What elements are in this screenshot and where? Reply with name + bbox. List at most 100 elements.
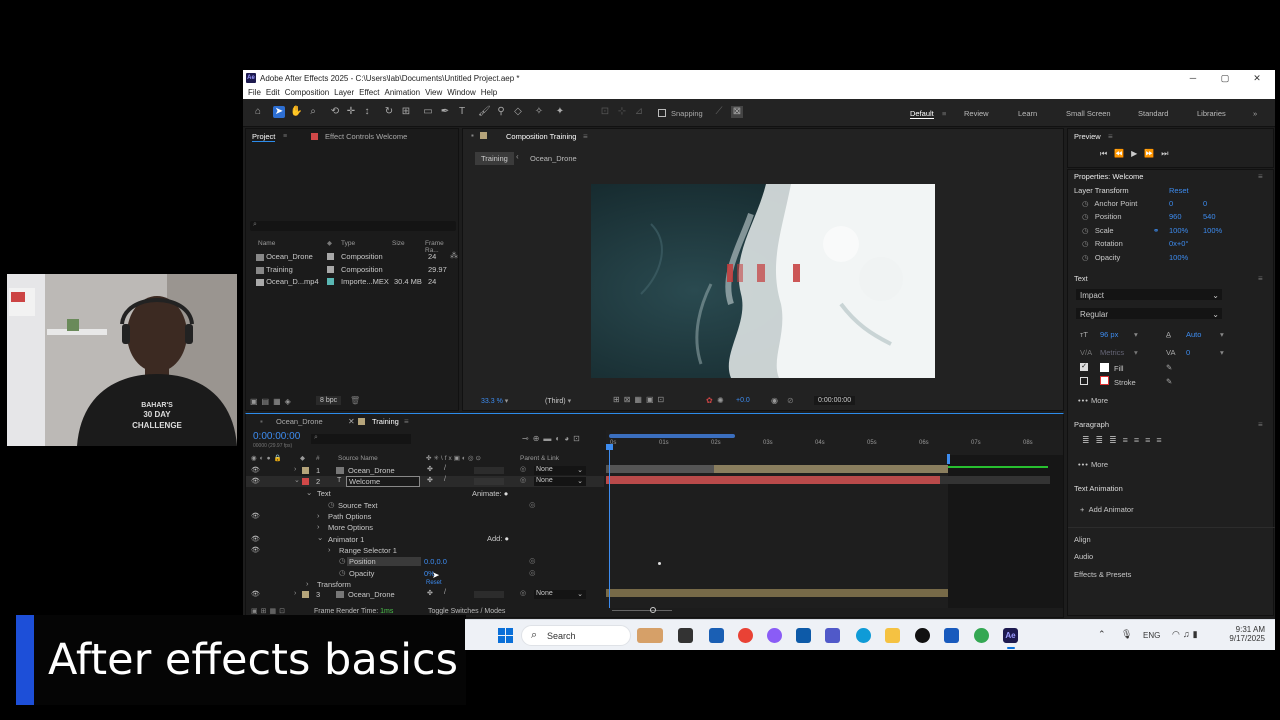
link-icon[interactable]: ⚭	[1153, 226, 1159, 235]
chevron-right-icon[interactable]: ›	[294, 466, 296, 473]
menu-layer[interactable]: Layer	[334, 88, 354, 97]
anchor-y[interactable]: 0	[1203, 199, 1207, 208]
language-indicator[interactable]: ENG	[1143, 631, 1160, 640]
slider-handle[interactable]	[650, 607, 656, 613]
next-frame-icon[interactable]: ⏩	[1144, 149, 1161, 158]
word-icon[interactable]	[944, 628, 959, 643]
chevron-down-icon[interactable]: ⌄	[294, 476, 300, 484]
font-style-select[interactable]: Regular ⌄	[1076, 308, 1222, 319]
panel-menu-icon[interactable]: ≡	[404, 417, 409, 426]
chevron-right-icon[interactable]: ›	[317, 511, 320, 520]
bpc-button[interactable]: 8 bpc	[316, 396, 342, 405]
file-explorer-icon[interactable]	[885, 628, 900, 643]
home-icon[interactable]: ⌂	[252, 106, 264, 118]
project-footer-icons[interactable]: ▣▤▦◈	[250, 397, 295, 406]
work-area-bar[interactable]	[609, 434, 735, 438]
play-icon[interactable]: ▶	[1131, 149, 1144, 158]
eye-icon[interactable]: 👁	[251, 590, 260, 598]
range-selector-group[interactable]: Range Selector 1	[339, 546, 397, 555]
layer-2-bar[interactable]	[606, 476, 940, 484]
system-tray-icons[interactable]: ◠♫▮	[1172, 629, 1201, 640]
expression-icon[interactable]: ◎	[529, 556, 536, 565]
breadcrumb-ocean-drone[interactable]: Ocean_Drone	[530, 154, 577, 163]
prev-frame-icon[interactable]: ⏪	[1114, 149, 1131, 158]
opacity-value[interactable]: 100%	[1169, 253, 1188, 262]
timeline-search-input[interactable]: ⌕	[311, 434, 411, 444]
column-name[interactable]: Name	[258, 240, 275, 247]
menu-window[interactable]: Window	[447, 88, 475, 97]
eyedropper-icon[interactable]: ✎	[1166, 363, 1172, 372]
lock-icon[interactable]: ▪	[471, 131, 474, 140]
stopwatch-icon[interactable]: ◷	[1082, 239, 1089, 248]
source-text-property[interactable]: Source Text	[338, 501, 377, 510]
workspace-libraries[interactable]: Libraries	[1197, 109, 1226, 118]
opacity-property[interactable]: Opacity	[349, 569, 374, 578]
chevron-right-icon[interactable]: ›	[317, 522, 320, 531]
menu-effect[interactable]: Effect	[359, 88, 379, 97]
start-button-icon[interactable]	[498, 628, 513, 643]
stopwatch-icon[interactable]: ◷	[1082, 212, 1089, 221]
edge-icon[interactable]	[856, 628, 871, 643]
paragraph-align-icons[interactable]: ≣≣≣≡≡≡≡	[1082, 435, 1168, 446]
chatgpt-icon[interactable]	[915, 628, 930, 643]
task-view-icon[interactable]	[678, 628, 693, 643]
stopwatch-icon[interactable]: ◷	[1082, 226, 1089, 235]
tab-effect-controls[interactable]: Effect Controls Welcome	[325, 132, 407, 141]
panel-menu-icon[interactable]: ≡	[1258, 172, 1263, 181]
eye-icon[interactable]: 👁	[251, 546, 260, 554]
microphone-icon[interactable]: 🎙	[1121, 629, 1132, 640]
position-value[interactable]: 0.0,0.0	[424, 557, 447, 566]
workspace-learn[interactable]: Learn	[1018, 109, 1037, 118]
leading-value[interactable]: Auto	[1186, 330, 1201, 339]
type-tool-icon[interactable]: T	[456, 106, 468, 118]
quality-icon[interactable]: /	[444, 465, 446, 472]
list-item[interactable]: Ocean_Drone	[256, 252, 313, 261]
panel-menu-icon[interactable]: ≡	[1258, 420, 1263, 429]
column-type[interactable]: Type	[341, 240, 355, 247]
eraser-tool-icon[interactable]: ◇	[512, 106, 524, 118]
parent-select[interactable]: None ⌄	[534, 466, 586, 475]
position-y[interactable]: 540	[1203, 212, 1216, 221]
workspace-standard[interactable]: Standard	[1138, 109, 1168, 118]
snapshot-icon[interactable]: ◉	[771, 396, 778, 405]
audio-panel-tab[interactable]: Audio	[1074, 552, 1093, 561]
stopwatch-icon[interactable]: ◷	[1082, 253, 1089, 262]
more-workspaces-icon[interactable]: »	[1253, 109, 1257, 118]
timeline-zoom-slider[interactable]	[612, 607, 672, 613]
shy-icon[interactable]: ✤	[427, 476, 433, 484]
stroke-swatch[interactable]	[1100, 376, 1109, 385]
expression-icon[interactable]: ◎	[529, 500, 536, 509]
eyedropper-icon[interactable]: ✎	[1166, 377, 1172, 386]
fill-checkbox[interactable]: ✓	[1080, 363, 1088, 371]
zoom-tool-icon[interactable]: ⌕	[307, 106, 319, 118]
menu-file[interactable]: File	[248, 88, 261, 97]
label-column-icon[interactable]: ◆	[327, 239, 332, 247]
hand-tool-icon[interactable]: ✋	[290, 106, 302, 118]
chevron-down-icon[interactable]: ▾	[1220, 348, 1224, 357]
work-area-end-handle[interactable]	[947, 454, 950, 464]
composition-viewer[interactable]	[591, 184, 935, 378]
menu-edit[interactable]: Edit	[266, 88, 280, 97]
clone-stamp-icon[interactable]: ⚲	[495, 106, 507, 118]
scale-y[interactable]: 100%	[1203, 226, 1222, 235]
animator-group[interactable]: Animator 1	[328, 535, 364, 544]
switch-boxes[interactable]	[474, 478, 504, 485]
stroke-checkbox[interactable]	[1080, 377, 1088, 385]
column-parent-link[interactable]: Parent & Link	[520, 455, 559, 462]
pickwhip-icon[interactable]: ◎	[520, 476, 526, 484]
align-panel-tab[interactable]: Align	[1074, 535, 1091, 544]
menu-animation[interactable]: Animation	[384, 88, 420, 97]
keyframe-marker[interactable]	[658, 562, 661, 565]
more-options-group[interactable]: More Options	[328, 523, 373, 532]
fill-swatch[interactable]	[1100, 363, 1109, 372]
chevron-down-icon[interactable]: ▾	[1134, 330, 1138, 339]
store-icon[interactable]	[796, 628, 811, 643]
list-item[interactable]: Training	[256, 265, 293, 274]
switch-boxes[interactable]	[474, 467, 504, 474]
transform-reset-link[interactable]: Reset	[1169, 186, 1189, 195]
pan-behind-icon[interactable]: ⊞	[400, 106, 412, 118]
chevron-down-icon[interactable]: ⌄	[306, 488, 312, 497]
playhead-line[interactable]	[609, 448, 610, 608]
list-item[interactable]: Ocean_D...mp4	[256, 277, 319, 286]
text-property-group[interactable]: Text	[317, 489, 331, 498]
